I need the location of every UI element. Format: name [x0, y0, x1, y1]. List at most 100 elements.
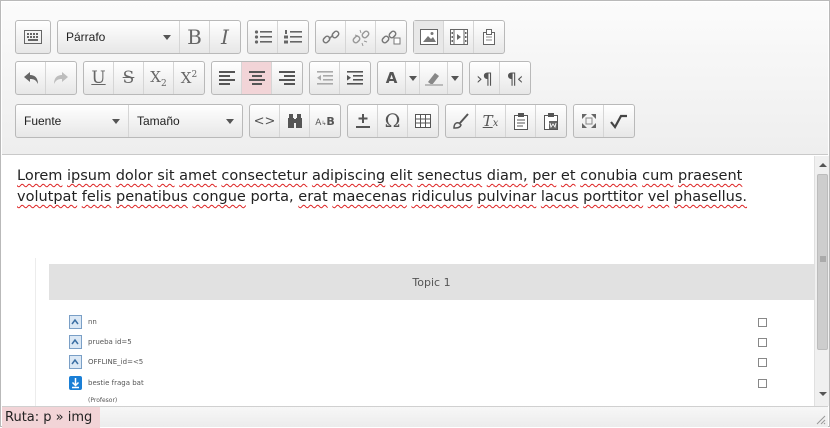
keyboard-icon	[24, 30, 42, 44]
table-button[interactable]	[408, 105, 438, 137]
clipboard-word-icon	[544, 113, 558, 130]
anchor-link-icon	[381, 30, 401, 45]
status-bar: Ruta: p » img	[2, 406, 828, 428]
activity-label: OFFLINE_id=<5	[88, 358, 144, 366]
undo-button[interactable]	[16, 62, 46, 94]
paste-word-button[interactable]	[536, 105, 566, 137]
content-scrollbar[interactable]	[814, 156, 829, 406]
anchor-link-button[interactable]	[376, 21, 406, 53]
insert-media-button[interactable]	[444, 21, 474, 53]
group-cleanup: Tx	[445, 104, 567, 138]
checkmark-icon	[610, 114, 627, 129]
rich-text-editor: Párrafo B I U S X2 X2 A ›¶ ¶‹ Fuente Tam…	[0, 0, 830, 428]
accessibility-checker-button[interactable]	[604, 105, 634, 137]
font-color-icon: A	[385, 69, 398, 87]
paragraph-word: diam,	[486, 168, 528, 184]
paragraph-word: cum	[642, 168, 674, 184]
bold-button[interactable]: B	[180, 21, 210, 53]
superscript-button[interactable]: X2	[174, 62, 204, 94]
scrollbar-thumb[interactable]	[817, 174, 828, 350]
paragraph-word: sit	[157, 168, 175, 184]
highlighter-icon	[424, 73, 443, 86]
bullet-list-button[interactable]	[248, 21, 278, 53]
resize-grip-icon[interactable]	[814, 413, 826, 425]
paragraph-word: porttitor	[583, 189, 644, 205]
embedded-course-image[interactable]: Topic 1 nn prueba id=5 OFFLINE_id=<5 bes…	[35, 258, 814, 406]
italic-icon: I	[221, 25, 229, 49]
grip-icon	[820, 256, 826, 262]
paragraph-word: adipiscing	[311, 168, 386, 184]
paragraph-word: senectus	[417, 168, 483, 184]
align-center-button[interactable]	[242, 62, 272, 94]
subscript-button[interactable]: X2	[144, 62, 174, 94]
paste-text-button[interactable]	[506, 105, 536, 137]
editor-content-area[interactable]: Lorem ipsum dolor sit amet consectetur a…	[2, 156, 814, 406]
font-color-dropdown[interactable]	[406, 62, 420, 94]
special-chars-button[interactable]: Ω	[378, 105, 408, 137]
unlink-button[interactable]	[346, 21, 376, 53]
unlink-icon	[352, 29, 369, 46]
activity-item: prueba id=5	[69, 334, 132, 350]
activity-sublabel: (Profesor)	[88, 396, 118, 404]
completion-checkbox	[758, 318, 767, 327]
font-family-select[interactable]: Fuente	[16, 105, 129, 137]
download-icon	[69, 376, 82, 390]
paragraph-word: per	[532, 168, 557, 184]
manage-files-button[interactable]	[474, 21, 504, 53]
bold-icon: B	[187, 25, 202, 49]
completion-checkbox	[758, 338, 767, 347]
clear-format-button[interactable]	[446, 105, 476, 137]
indent-button[interactable]	[340, 62, 370, 94]
group-colors: A	[377, 61, 463, 95]
paragraph-word: ridiculus	[411, 189, 473, 205]
file-icon	[69, 355, 82, 369]
numbered-list-button[interactable]	[278, 21, 308, 53]
toolbar-toggle-button[interactable]	[16, 21, 50, 53]
ltr-button[interactable]: ›¶	[470, 62, 500, 94]
group-toggle	[15, 20, 51, 54]
scroll-down-arrow-icon[interactable]	[819, 391, 827, 397]
group-media	[413, 20, 505, 54]
background-color-dropdown[interactable]	[448, 62, 462, 94]
activity-label: bestie fraga bat	[88, 379, 144, 387]
align-right-button[interactable]	[272, 62, 302, 94]
italic-button[interactable]: I	[210, 21, 240, 53]
group-lists	[247, 20, 309, 54]
link-icon	[322, 30, 339, 44]
find-button[interactable]	[280, 105, 310, 137]
strikethrough-button[interactable]: S	[114, 62, 144, 94]
activity-item: bestie fraga bat	[69, 375, 144, 391]
insert-image-button[interactable]	[414, 21, 444, 53]
align-left-button[interactable]	[212, 62, 242, 94]
group-view	[573, 104, 635, 138]
element-path[interactable]: Ruta: p » img	[2, 407, 101, 428]
outdent-button[interactable]	[310, 62, 340, 94]
font-size-select[interactable]: Tamaño	[129, 105, 242, 137]
underline-button[interactable]: U	[84, 62, 114, 94]
undo-icon	[23, 72, 38, 84]
paragraph-word: phasellus.	[673, 189, 748, 205]
toolbar-row-1: Párrafo B I	[15, 19, 511, 55]
background-color-button[interactable]	[420, 62, 448, 94]
redo-button[interactable]	[46, 62, 76, 94]
remove-format-button[interactable]: Tx	[476, 105, 506, 137]
font-color-button[interactable]: A	[378, 62, 406, 94]
html-source-button[interactable]: <>	[250, 105, 280, 137]
scroll-up-arrow-icon[interactable]	[819, 162, 827, 168]
paragraph-format-select[interactable]: Párrafo	[58, 21, 180, 53]
fullscreen-button[interactable]	[574, 105, 604, 137]
files-icon	[483, 29, 495, 45]
paragraph-word: felis	[81, 189, 112, 205]
rtl-button[interactable]: ¶‹	[500, 62, 530, 94]
topic-header: Topic 1	[49, 264, 814, 300]
equation-button[interactable]	[348, 105, 378, 137]
chevron-down-icon	[112, 118, 120, 124]
group-align	[211, 61, 303, 95]
link-button[interactable]	[316, 21, 346, 53]
paragraph-word: pulvinar	[477, 189, 537, 205]
table-icon	[415, 114, 431, 128]
plus-minus-icon	[355, 114, 370, 128]
chevron-down-icon	[163, 34, 171, 40]
find-replace-button[interactable]: A↳B	[310, 105, 340, 137]
paragraph-word: porta,	[250, 189, 294, 205]
